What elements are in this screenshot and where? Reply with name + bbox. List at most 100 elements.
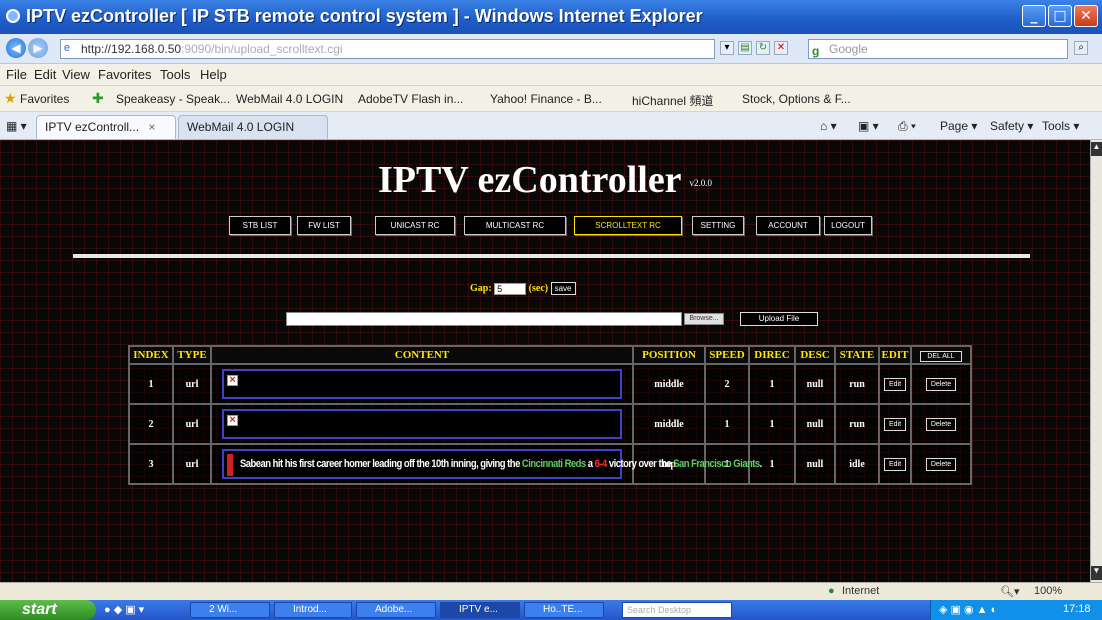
favorite-adobetv[interactable]: AdobeTV Flash in... bbox=[358, 92, 463, 106]
zoom-icon[interactable]: 🔍︎▾ bbox=[1000, 585, 1020, 598]
favorites-star-icon: ★ bbox=[4, 90, 17, 106]
print-icon[interactable]: ⎙ ▾ bbox=[898, 119, 916, 134]
header-edit: EDIT bbox=[878, 345, 912, 365]
scroll-text-part: victory over the bbox=[606, 458, 674, 470]
edit-button[interactable]: Edit bbox=[883, 377, 907, 391]
desktop-search-input[interactable]: Search Desktop bbox=[622, 602, 732, 618]
delete-button[interactable]: Delete bbox=[925, 417, 957, 431]
nav-scrolltext-rc[interactable]: SCROLLTEXT RC bbox=[574, 216, 682, 235]
tray-icons[interactable]: ◈ ▣ ◉ ▲ ◐ bbox=[939, 603, 997, 616]
taskbar-item-ho-te[interactable]: Ho..TE... bbox=[524, 602, 604, 618]
taskbar-item-introd[interactable]: Introd... bbox=[274, 602, 352, 618]
search-input[interactable]: g Google bbox=[808, 39, 1068, 59]
refresh-icon[interactable]: ↻ bbox=[756, 41, 770, 55]
browser-window: IPTV ezController [ IP STB remote contro… bbox=[0, 0, 1102, 620]
cell-state: run bbox=[834, 403, 880, 445]
stop-icon[interactable]: ✕ bbox=[774, 41, 788, 55]
add-favorite-icon[interactable]: ✚ bbox=[92, 90, 104, 107]
favorite-hichannel[interactable]: hiChannel 頻道 bbox=[632, 92, 713, 109]
cell-direc: 1 bbox=[748, 363, 796, 405]
taskbar-item-iptv[interactable]: IPTV e... bbox=[440, 602, 520, 618]
scroll-text-part: a bbox=[585, 458, 595, 470]
maximize-button[interactable]: □ bbox=[1048, 5, 1072, 27]
dropdown-icon[interactable]: ▾ bbox=[720, 41, 734, 55]
cell-position: middle bbox=[632, 403, 706, 445]
nav-fw-list[interactable]: FW LIST bbox=[297, 216, 351, 235]
favorite-webmail[interactable]: WebMail 4.0 LOGIN bbox=[236, 92, 343, 106]
nav-stb-list[interactable]: STB LIST bbox=[229, 216, 291, 235]
cell-edit: Edit bbox=[878, 403, 912, 445]
google-icon: g bbox=[812, 44, 820, 58]
address-row: ◀ ▶ http://192.168.0.50:9090/bin/upload_… bbox=[0, 34, 1102, 64]
cell-desc: null bbox=[794, 363, 836, 405]
favorites-label[interactable]: Favorites bbox=[20, 92, 69, 106]
favorite-speakeasy[interactable]: Speakeasy - Speak... bbox=[116, 92, 230, 106]
gap-unit: (sec) bbox=[528, 282, 549, 294]
gap-input[interactable]: 5 bbox=[494, 282, 527, 295]
tools-menu[interactable]: Tools ▾ bbox=[1042, 119, 1079, 133]
menu-help[interactable]: Help bbox=[200, 67, 227, 82]
ie-icon bbox=[6, 9, 20, 23]
table-row: 3 url Sabean hit his first career homer … bbox=[128, 443, 972, 485]
start-button[interactable]: start bbox=[0, 600, 96, 620]
scroll-up-icon[interactable]: ▲ bbox=[1091, 142, 1102, 156]
quick-tabs-icon[interactable]: ▦ ▾ bbox=[6, 119, 27, 133]
taskbar-item-adobe[interactable]: Adobe... bbox=[356, 602, 436, 618]
tab-iptv[interactable]: IPTV ezControll... × bbox=[36, 115, 176, 139]
menu-favorites[interactable]: Favorites bbox=[98, 67, 151, 82]
feeds-icon[interactable]: ▣ ▾ bbox=[858, 119, 879, 133]
nav-logout[interactable]: LOGOUT bbox=[824, 216, 872, 235]
cell-speed: 2 bbox=[704, 363, 750, 405]
favorite-yahoo-finance[interactable]: Yahoo! Finance - B... bbox=[490, 92, 602, 106]
cell-delete: Delete bbox=[910, 403, 972, 445]
header-desc: DESC bbox=[794, 345, 836, 365]
quick-launch-icons[interactable]: ● ◆ ▣ ▾ bbox=[104, 603, 144, 616]
minimize-button[interactable]: _ bbox=[1022, 5, 1046, 27]
page-title-text: IPTV ezController bbox=[377, 159, 682, 201]
vertical-scrollbar[interactable]: ▲ ▼ bbox=[1090, 140, 1102, 582]
upload-file-button[interactable]: Upload File bbox=[740, 312, 818, 326]
back-icon[interactable]: ◀ bbox=[6, 38, 26, 58]
address-bar[interactable]: http://192.168.0.50:9090/bin/upload_scro… bbox=[60, 39, 715, 59]
menu-file[interactable]: File bbox=[6, 67, 27, 82]
menu-tools[interactable]: Tools bbox=[160, 67, 190, 82]
header-direc: DIREC bbox=[748, 345, 796, 365]
header-index: INDEX bbox=[128, 345, 174, 365]
content-preview: × bbox=[222, 409, 622, 439]
header-position: POSITION bbox=[632, 345, 706, 365]
delete-button[interactable]: Delete bbox=[925, 457, 957, 471]
search-icon[interactable]: ⌕ bbox=[1074, 41, 1088, 55]
scroll-text-team: San Francisco Giants bbox=[673, 458, 760, 470]
nav-setting[interactable]: SETTING bbox=[692, 216, 744, 235]
nav-account[interactable]: ACCOUNT bbox=[756, 216, 820, 235]
home-icon[interactable]: ⌂ ▾ bbox=[820, 119, 837, 133]
table-header-row: INDEX TYPE CONTENT POSITION SPEED DIREC … bbox=[128, 345, 972, 365]
tab-iptv-label: IPTV ezControll... bbox=[45, 120, 140, 134]
safety-menu[interactable]: Safety ▾ bbox=[990, 119, 1033, 133]
page-menu[interactable]: Page ▾ bbox=[940, 119, 977, 133]
browse-button[interactable]: Browse... bbox=[684, 313, 724, 325]
edit-button[interactable]: Edit bbox=[883, 417, 907, 431]
del-all-button[interactable]: DEL ALL bbox=[920, 350, 962, 362]
edit-button[interactable]: Edit bbox=[883, 457, 907, 471]
nav-multicast-rc[interactable]: MULTICAST RC bbox=[464, 216, 566, 235]
scroll-down-icon[interactable]: ▼ bbox=[1091, 566, 1102, 580]
nav-unicast-rc[interactable]: UNICAST RC bbox=[375, 216, 455, 235]
tab-close-icon[interactable]: × bbox=[148, 120, 155, 134]
zoom-level[interactable]: 100% bbox=[1034, 585, 1062, 597]
menu-edit[interactable]: Edit bbox=[34, 67, 56, 82]
save-button[interactable]: save bbox=[550, 282, 576, 295]
tab-webmail[interactable]: WebMail 4.0 LOGIN bbox=[178, 115, 328, 139]
forward-icon[interactable]: ▶ bbox=[28, 38, 48, 58]
favorite-stock-options[interactable]: Stock, Options & F... bbox=[742, 92, 851, 106]
page-content: IPTV ezController v2.0.0 STB LIST FW LIST… bbox=[0, 140, 1090, 582]
address-url: http://192.168.0.50 bbox=[81, 42, 182, 56]
menu-view[interactable]: View bbox=[62, 67, 90, 82]
close-button[interactable]: ✕ bbox=[1074, 5, 1098, 27]
file-path-input[interactable] bbox=[286, 312, 682, 326]
delete-button[interactable]: Delete bbox=[925, 377, 957, 391]
cell-delete: Delete bbox=[910, 443, 972, 485]
compatibility-icon[interactable]: ▤ bbox=[738, 41, 752, 55]
cell-edit: Edit bbox=[878, 443, 912, 485]
taskbar-item-windows[interactable]: 2 Wi... bbox=[190, 602, 270, 618]
